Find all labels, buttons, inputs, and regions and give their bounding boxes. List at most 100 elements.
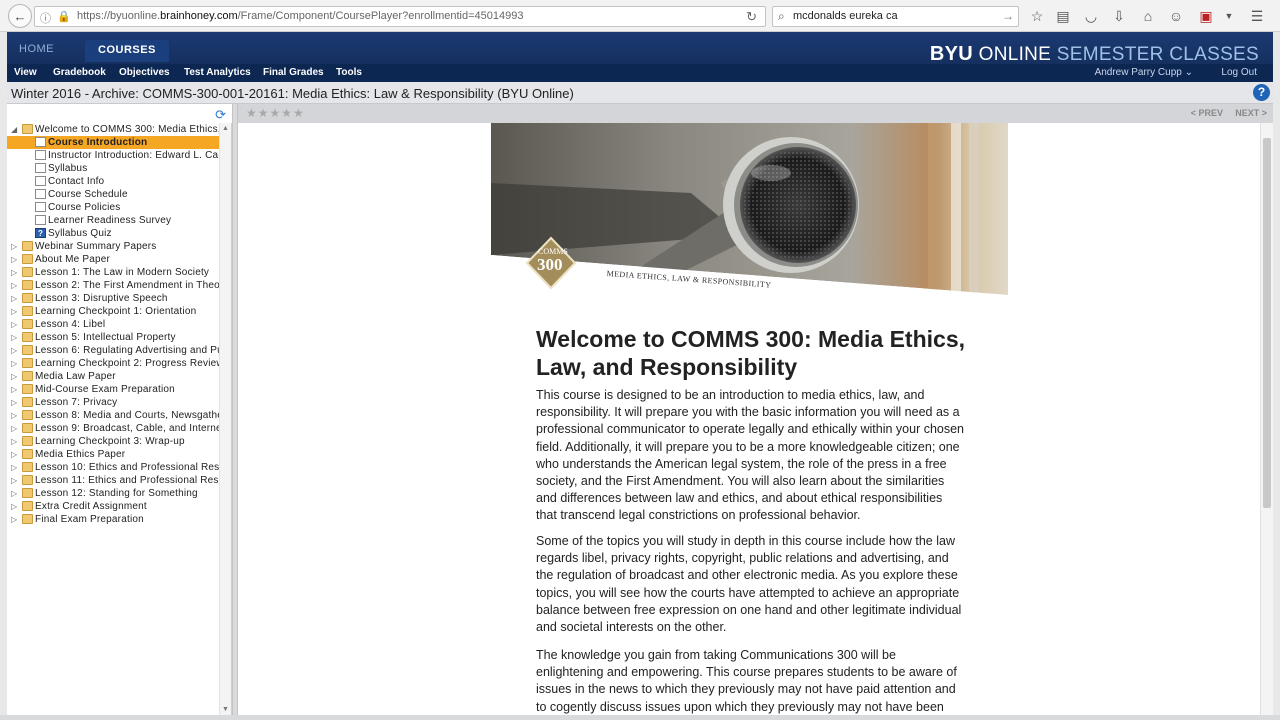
tree-folder-item[interactable]: ▷ Lesson 8: Media and Courts, Newsgathe bbox=[7, 409, 219, 422]
content-scrollbar[interactable] bbox=[1260, 123, 1273, 715]
tree-folder-item[interactable]: ▷ Lesson 6: Regulating Advertising and Pu bbox=[7, 344, 219, 357]
tree-item[interactable]: Contact Info bbox=[7, 175, 219, 188]
prev-link[interactable]: < PREV bbox=[1191, 108, 1223, 118]
tree-folder-item[interactable]: ▷ Media Ethics Paper bbox=[7, 448, 219, 461]
rating-stars[interactable]: ★★★★★ bbox=[246, 106, 305, 120]
tree-folder-item[interactable]: ▷ Lesson 11: Ethics and Professional Resp bbox=[7, 474, 219, 487]
scroll-down-icon[interactable]: ▼ bbox=[222, 706, 229, 713]
tab-home[interactable]: HOME bbox=[19, 43, 54, 55]
tree-item[interactable]: Syllabus bbox=[7, 162, 219, 175]
tree-item[interactable]: Instructor Introduction: Edward L. Ca bbox=[7, 149, 219, 162]
pdf-icon[interactable]: ▣ bbox=[1195, 6, 1217, 26]
search-query: mcdonalds eureka ca bbox=[793, 10, 898, 22]
collapsed-arrow-icon[interactable]: ▷ bbox=[11, 422, 21, 435]
tree-folder-item[interactable]: ▷ Webinar Summary Papers bbox=[7, 240, 219, 253]
info-icon[interactable]: ⓘ bbox=[40, 10, 51, 26]
pocket-icon[interactable]: ◡ bbox=[1080, 6, 1102, 26]
folder-icon bbox=[22, 514, 33, 524]
tree-folder-label: Lesson 7: Privacy bbox=[35, 397, 118, 408]
dropdown-arrow-icon[interactable]: ▼ bbox=[1218, 6, 1240, 26]
tree-item[interactable]: ? Syllabus Quiz bbox=[7, 227, 219, 240]
tree-folder-item[interactable]: ▷ Lesson 10: Ethics and Professional Resp bbox=[7, 461, 219, 474]
collapsed-arrow-icon[interactable]: ▷ bbox=[11, 409, 21, 422]
nav-gradebook[interactable]: Gradebook bbox=[53, 67, 106, 78]
refresh-icon[interactable]: ⟳ bbox=[215, 107, 226, 123]
tree-item[interactable]: Course Introduction bbox=[7, 136, 219, 149]
tree-folder-item[interactable]: ▷ Media Law Paper bbox=[7, 370, 219, 383]
tree-item[interactable]: Learner Readiness Survey bbox=[7, 214, 219, 227]
course-title-bar: Winter 2016 - Archive: COMMS-300-001-201… bbox=[7, 82, 1273, 104]
search-go-icon[interactable]: → bbox=[1002, 9, 1014, 23]
address-bar[interactable]: ⓘ 🔒 https://byuonline.brainhoney.com/Fra… bbox=[34, 6, 766, 27]
nav-view[interactable]: View bbox=[14, 67, 37, 78]
tree-folder-item[interactable]: ▷ Final Exam Preparation bbox=[7, 513, 219, 526]
collapsed-arrow-icon[interactable]: ▷ bbox=[11, 500, 21, 513]
help-icon[interactable]: ? bbox=[1253, 84, 1270, 101]
collapsed-arrow-icon[interactable]: ▷ bbox=[11, 487, 21, 500]
reload-icon[interactable]: ↻ bbox=[746, 9, 757, 25]
tree-item[interactable]: Course Policies bbox=[7, 201, 219, 214]
collapsed-arrow-icon[interactable]: ▷ bbox=[11, 318, 21, 331]
reading-list-icon[interactable]: ▤ bbox=[1052, 6, 1074, 26]
collapsed-arrow-icon[interactable]: ▷ bbox=[11, 474, 21, 487]
collapsed-arrow-icon[interactable]: ▷ bbox=[11, 253, 21, 266]
chat-icon[interactable]: ☺ bbox=[1165, 6, 1187, 26]
bookmark-star-icon[interactable]: ☆ bbox=[1026, 6, 1048, 26]
tree-item[interactable]: Course Schedule bbox=[7, 188, 219, 201]
search-icon: ⌕ bbox=[778, 9, 785, 23]
document-icon bbox=[35, 163, 46, 173]
nav-test-analytics[interactable]: Test Analytics bbox=[184, 67, 251, 78]
tree-folder-item[interactable]: ▷ Lesson 1: The Law in Modern Society bbox=[7, 266, 219, 279]
tree-folder-label: Lesson 2: The First Amendment in Theo bbox=[35, 280, 219, 291]
collapsed-arrow-icon[interactable]: ▷ bbox=[11, 266, 21, 279]
menu-icon[interactable]: ☰ bbox=[1246, 6, 1268, 26]
tree-folder-item[interactable]: ▷ Lesson 5: Intellectual Property bbox=[7, 331, 219, 344]
nav-tools[interactable]: Tools bbox=[336, 67, 362, 78]
tree-folder-item[interactable]: ▷ Learning Checkpoint 3: Wrap-up bbox=[7, 435, 219, 448]
collapsed-arrow-icon[interactable]: ▷ bbox=[11, 435, 21, 448]
tree-root-item[interactable]: ◢ Welcome to COMMS 300: Media Ethics, bbox=[7, 123, 219, 136]
tree-folder-item[interactable]: ▷ Lesson 4: Libel bbox=[7, 318, 219, 331]
tree-folder-item[interactable]: ▷ About Me Paper bbox=[7, 253, 219, 266]
folder-icon bbox=[22, 488, 33, 498]
collapsed-arrow-icon[interactable]: ▷ bbox=[11, 461, 21, 474]
search-box[interactable]: ⌕ mcdonalds eureka ca → bbox=[772, 6, 1019, 27]
tree-folder-item[interactable]: ▷ Mid-Course Exam Preparation bbox=[7, 383, 219, 396]
collapsed-arrow-icon[interactable]: ▷ bbox=[11, 240, 21, 253]
collapsed-arrow-icon[interactable]: ▷ bbox=[11, 279, 21, 292]
folder-icon bbox=[22, 449, 33, 459]
scroll-up-icon[interactable]: ▲ bbox=[222, 125, 229, 132]
nav-final-grades[interactable]: Final Grades bbox=[263, 67, 324, 78]
download-icon[interactable]: ⇩ bbox=[1108, 6, 1130, 26]
tree-folder-item[interactable]: ▷ Extra Credit Assignment bbox=[7, 500, 219, 513]
tree-folder-item[interactable]: ▷ Lesson 7: Privacy bbox=[7, 396, 219, 409]
document-icon bbox=[35, 215, 46, 225]
collapsed-arrow-icon[interactable]: ▷ bbox=[11, 331, 21, 344]
nav-objectives[interactable]: Objectives bbox=[119, 67, 170, 78]
collapsed-arrow-icon[interactable]: ▷ bbox=[11, 357, 21, 370]
logout-link[interactable]: Log Out bbox=[1221, 67, 1257, 78]
home-icon[interactable]: ⌂ bbox=[1137, 6, 1159, 26]
collapsed-arrow-icon[interactable]: ▷ bbox=[11, 448, 21, 461]
tree-folder-item[interactable]: ▷ Learning Checkpoint 1: Orientation bbox=[7, 305, 219, 318]
tree-folder-item[interactable]: ▷ Lesson 12: Standing for Something bbox=[7, 487, 219, 500]
collapsed-arrow-icon[interactable]: ▷ bbox=[11, 305, 21, 318]
collapsed-arrow-icon[interactable]: ▷ bbox=[11, 344, 21, 357]
back-arrow-icon[interactable]: ← bbox=[8, 4, 32, 28]
expanded-arrow-icon[interactable]: ◢ bbox=[11, 123, 21, 136]
collapsed-arrow-icon[interactable]: ▷ bbox=[11, 383, 21, 396]
tab-courses[interactable]: COURSES bbox=[85, 40, 169, 62]
collapsed-arrow-icon[interactable]: ▷ bbox=[11, 396, 21, 409]
tree-folder-item[interactable]: ▷ Lesson 9: Broadcast, Cable, and Interne bbox=[7, 422, 219, 435]
collapsed-arrow-icon[interactable]: ▷ bbox=[11, 513, 21, 526]
sidebar-scrollbar[interactable]: ▲ ▼ bbox=[219, 123, 231, 715]
user-menu[interactable]: Andrew Parry Cupp ⌄ bbox=[1095, 67, 1193, 78]
collapsed-arrow-icon[interactable]: ▷ bbox=[11, 292, 21, 305]
collapsed-arrow-icon[interactable]: ▷ bbox=[11, 370, 21, 383]
next-link[interactable]: NEXT > bbox=[1235, 108, 1267, 118]
tree-folder-item[interactable]: ▷ Learning Checkpoint 2: Progress Review bbox=[7, 357, 219, 370]
tree-folder-item[interactable]: ▷ Lesson 3: Disruptive Speech bbox=[7, 292, 219, 305]
tree-folder-item[interactable]: ▷ Lesson 2: The First Amendment in Theo bbox=[7, 279, 219, 292]
tree-folder-label: Learning Checkpoint 2: Progress Review bbox=[35, 358, 219, 369]
content-scroll-thumb[interactable] bbox=[1263, 138, 1271, 508]
